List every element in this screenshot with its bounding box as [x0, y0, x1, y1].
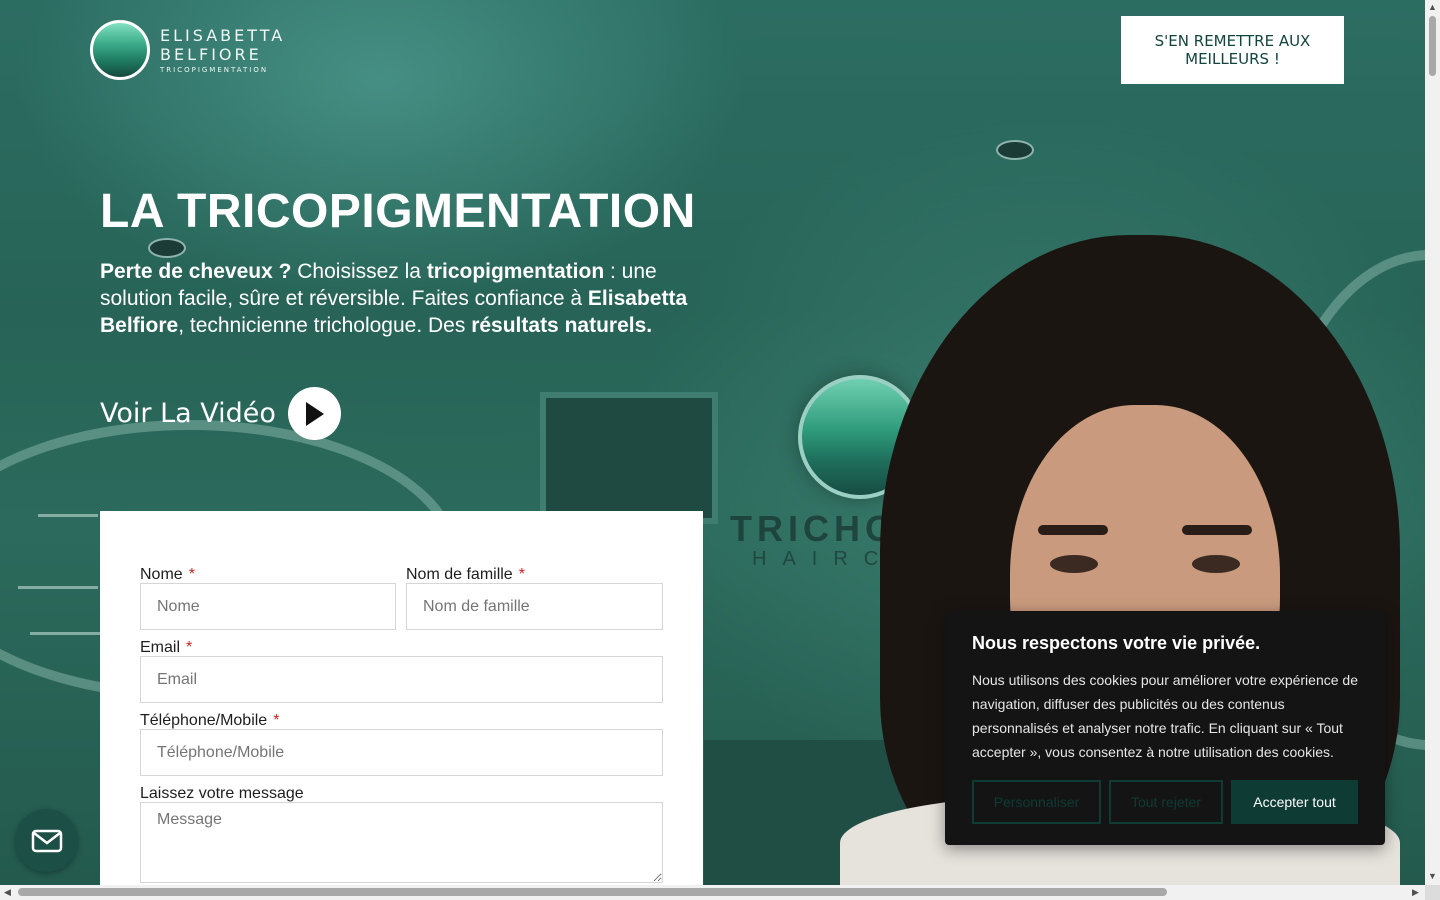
logo-text: ELISABETTA BELFIORE TRICOPIGMENTATION: [160, 26, 285, 74]
header-cta-button[interactable]: S'EN REMETTRE AUX MEILLEURS !: [1121, 16, 1344, 84]
brand-logo[interactable]: ELISABETTA BELFIORE TRICOPIGMENTATION: [90, 20, 285, 80]
shelf: [30, 632, 100, 635]
cookie-customize-button[interactable]: Personnaliser: [972, 780, 1101, 824]
logo-line-1: ELISABETTA: [160, 26, 286, 45]
last-name-label-text: Nom de famille: [406, 566, 513, 583]
horizontal-scrollbar-thumb[interactable]: [18, 888, 1167, 896]
ceiling-light: [996, 140, 1034, 160]
hero-intro: Perte de cheveux ? Choisissez la tricopi…: [100, 258, 700, 339]
watch-video-link[interactable]: Voir La Vidéo: [100, 387, 341, 440]
intro-bold-1: Perte de cheveux ?: [100, 260, 292, 283]
last-name-label: Nom de famille *: [406, 566, 525, 584]
email-label-text: Email: [140, 639, 181, 656]
shelf: [38, 514, 98, 517]
intro-bold-2: tricopigmentation: [426, 260, 605, 283]
message-label: Laissez votre message: [140, 785, 304, 802]
phone-input[interactable]: [140, 729, 663, 776]
envelope-icon: [31, 829, 62, 852]
scroll-arrow-down-icon[interactable]: ▼: [1428, 872, 1437, 881]
cookie-accept-button[interactable]: Accepter tout: [1231, 780, 1358, 824]
page-title: LA TRICOPIGMENTATION: [100, 185, 696, 238]
portrait-brow: [1038, 525, 1108, 535]
first-name-label-text: Nome: [140, 566, 183, 583]
first-name-input[interactable]: [140, 583, 396, 630]
scrollbar-corner: [1425, 885, 1440, 900]
intro-text-1: Choisissez la: [291, 260, 427, 283]
phone-label: Téléphone/Mobile *: [140, 712, 279, 730]
vertical-scrollbar-thumb[interactable]: [1429, 16, 1436, 76]
scroll-arrow-up-icon[interactable]: ▲: [1428, 3, 1437, 12]
intro-bold-4: résultats naturels.: [471, 314, 653, 337]
scroll-arrow-left-icon[interactable]: ◀: [4, 888, 11, 897]
ceiling-light: [148, 238, 186, 258]
first-name-label: Nome *: [140, 566, 195, 584]
contact-form: Nome * Nom de famille * Email * Téléphone/M…: [100, 511, 703, 885]
last-name-input[interactable]: [406, 583, 663, 630]
scroll-arrow-right-icon[interactable]: ▶: [1412, 888, 1419, 897]
portrait-brow: [1182, 525, 1252, 535]
portrait-eye: [1192, 555, 1240, 573]
message-textarea[interactable]: [140, 802, 663, 883]
cookie-banner-title: Nous respectons votre vie privée.: [972, 633, 1261, 653]
required-mark: *: [186, 639, 193, 656]
required-mark: *: [188, 566, 195, 583]
logo-line-2: BELFIORE: [160, 45, 262, 64]
watch-video-label: Voir La Vidéo: [100, 398, 276, 429]
email-label: Email *: [140, 639, 192, 657]
cookie-reject-button[interactable]: Tout rejeter: [1109, 780, 1223, 824]
cookie-consent-banner: Nous respectons votre vie privée. Nous u…: [945, 611, 1385, 845]
shelf: [18, 586, 98, 589]
intro-text-3: , technicienne trichologue. Des: [178, 314, 472, 337]
play-button[interactable]: [287, 387, 341, 440]
logo-line-3: TRICOPIGMENTATION: [160, 66, 269, 74]
cookie-banner-text: Nous utilisons des cookies pour améliore…: [972, 672, 1358, 760]
phone-label-text: Téléphone/Mobile: [140, 712, 268, 729]
required-mark: *: [518, 566, 525, 583]
play-icon: [306, 401, 325, 426]
vertical-scrollbar[interactable]: [1425, 0, 1440, 885]
email-input[interactable]: [140, 656, 663, 703]
doorway: [540, 392, 718, 524]
contact-chat-button[interactable]: [15, 809, 78, 872]
logo-mark-icon: [90, 20, 150, 80]
required-mark: *: [273, 712, 280, 729]
portrait-eye: [1050, 555, 1098, 573]
